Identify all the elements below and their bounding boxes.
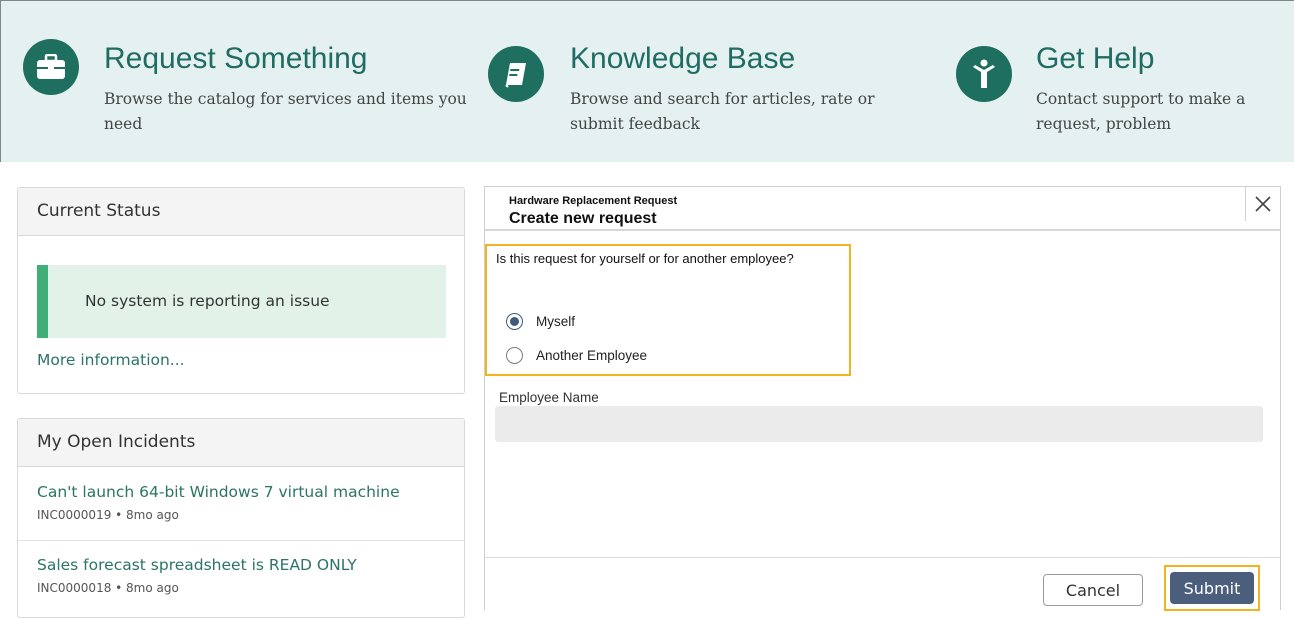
- radio-option-myself[interactable]: Myself: [506, 313, 575, 330]
- submit-button[interactable]: Submit: [1170, 572, 1254, 604]
- more-information-link[interactable]: More information...: [37, 351, 185, 369]
- tile-description: Browse the catalog for services and item…: [104, 90, 467, 133]
- modal-title: Create new request: [509, 210, 657, 227]
- incident-meta: INC0000018 • 8mo ago: [37, 581, 179, 595]
- incident-link[interactable]: Sales forecast spreadsheet is READ ONLY: [37, 556, 357, 574]
- employee-name-label: Employee Name: [499, 390, 599, 405]
- radio-label: Another Employee: [536, 348, 648, 363]
- panel-heading: Current Status: [18, 188, 464, 236]
- radio-button[interactable]: [506, 347, 523, 364]
- modal-subtitle: Hardware Replacement Request: [509, 195, 678, 207]
- incident-meta: INC0000019 • 8mo ago: [37, 508, 179, 522]
- employee-name-field[interactable]: [495, 406, 1263, 442]
- briefcase-icon: [23, 39, 79, 95]
- requester-question-group: Is this request for yourself or for anot…: [485, 244, 851, 376]
- book-icon: [488, 46, 544, 102]
- tile-title[interactable]: Request Something: [104, 42, 368, 76]
- status-ok-banner: No system is reporting an issue: [37, 265, 446, 338]
- cancel-button[interactable]: Cancel: [1043, 574, 1143, 606]
- radio-button[interactable]: [506, 313, 523, 330]
- tile-title[interactable]: Knowledge Base: [570, 42, 795, 76]
- current-status-panel: Current Status No system is reporting an…: [17, 187, 465, 394]
- radio-option-another-employee[interactable]: Another Employee: [506, 347, 647, 364]
- close-button[interactable]: [1245, 187, 1280, 221]
- panel-heading: My Open Incidents: [18, 419, 464, 467]
- create-request-modal: Hardware Replacement Request Create new …: [484, 186, 1281, 611]
- radio-label: Myself: [536, 314, 576, 329]
- modal-header: Hardware Replacement Request Create new …: [485, 187, 1280, 231]
- incident-link[interactable]: Can't launch 64-bit Windows 7 virtual ma…: [37, 483, 400, 501]
- modal-footer-divider: [485, 557, 1280, 558]
- tile-description: Browse and search for articles, rate or …: [570, 90, 875, 133]
- list-item[interactable]: Sales forecast spreadsheet is READ ONLY …: [37, 556, 357, 595]
- person-icon: [956, 46, 1012, 102]
- top-banner: Request Something Browse the catalog for…: [0, 0, 1294, 162]
- divider: [18, 540, 464, 541]
- open-incidents-panel: My Open Incidents Can't launch 64-bit Wi…: [17, 418, 465, 618]
- list-item[interactable]: Can't launch 64-bit Windows 7 virtual ma…: [37, 483, 400, 522]
- status-message: No system is reporting an issue: [85, 292, 330, 310]
- tile-description: Contact support to make a request, probl…: [1036, 90, 1246, 133]
- tile-title[interactable]: Get Help: [1036, 42, 1154, 76]
- close-icon: [1255, 196, 1271, 212]
- submit-highlight: Submit: [1164, 565, 1260, 611]
- question-label: Is this request for yourself or for anot…: [496, 251, 794, 266]
